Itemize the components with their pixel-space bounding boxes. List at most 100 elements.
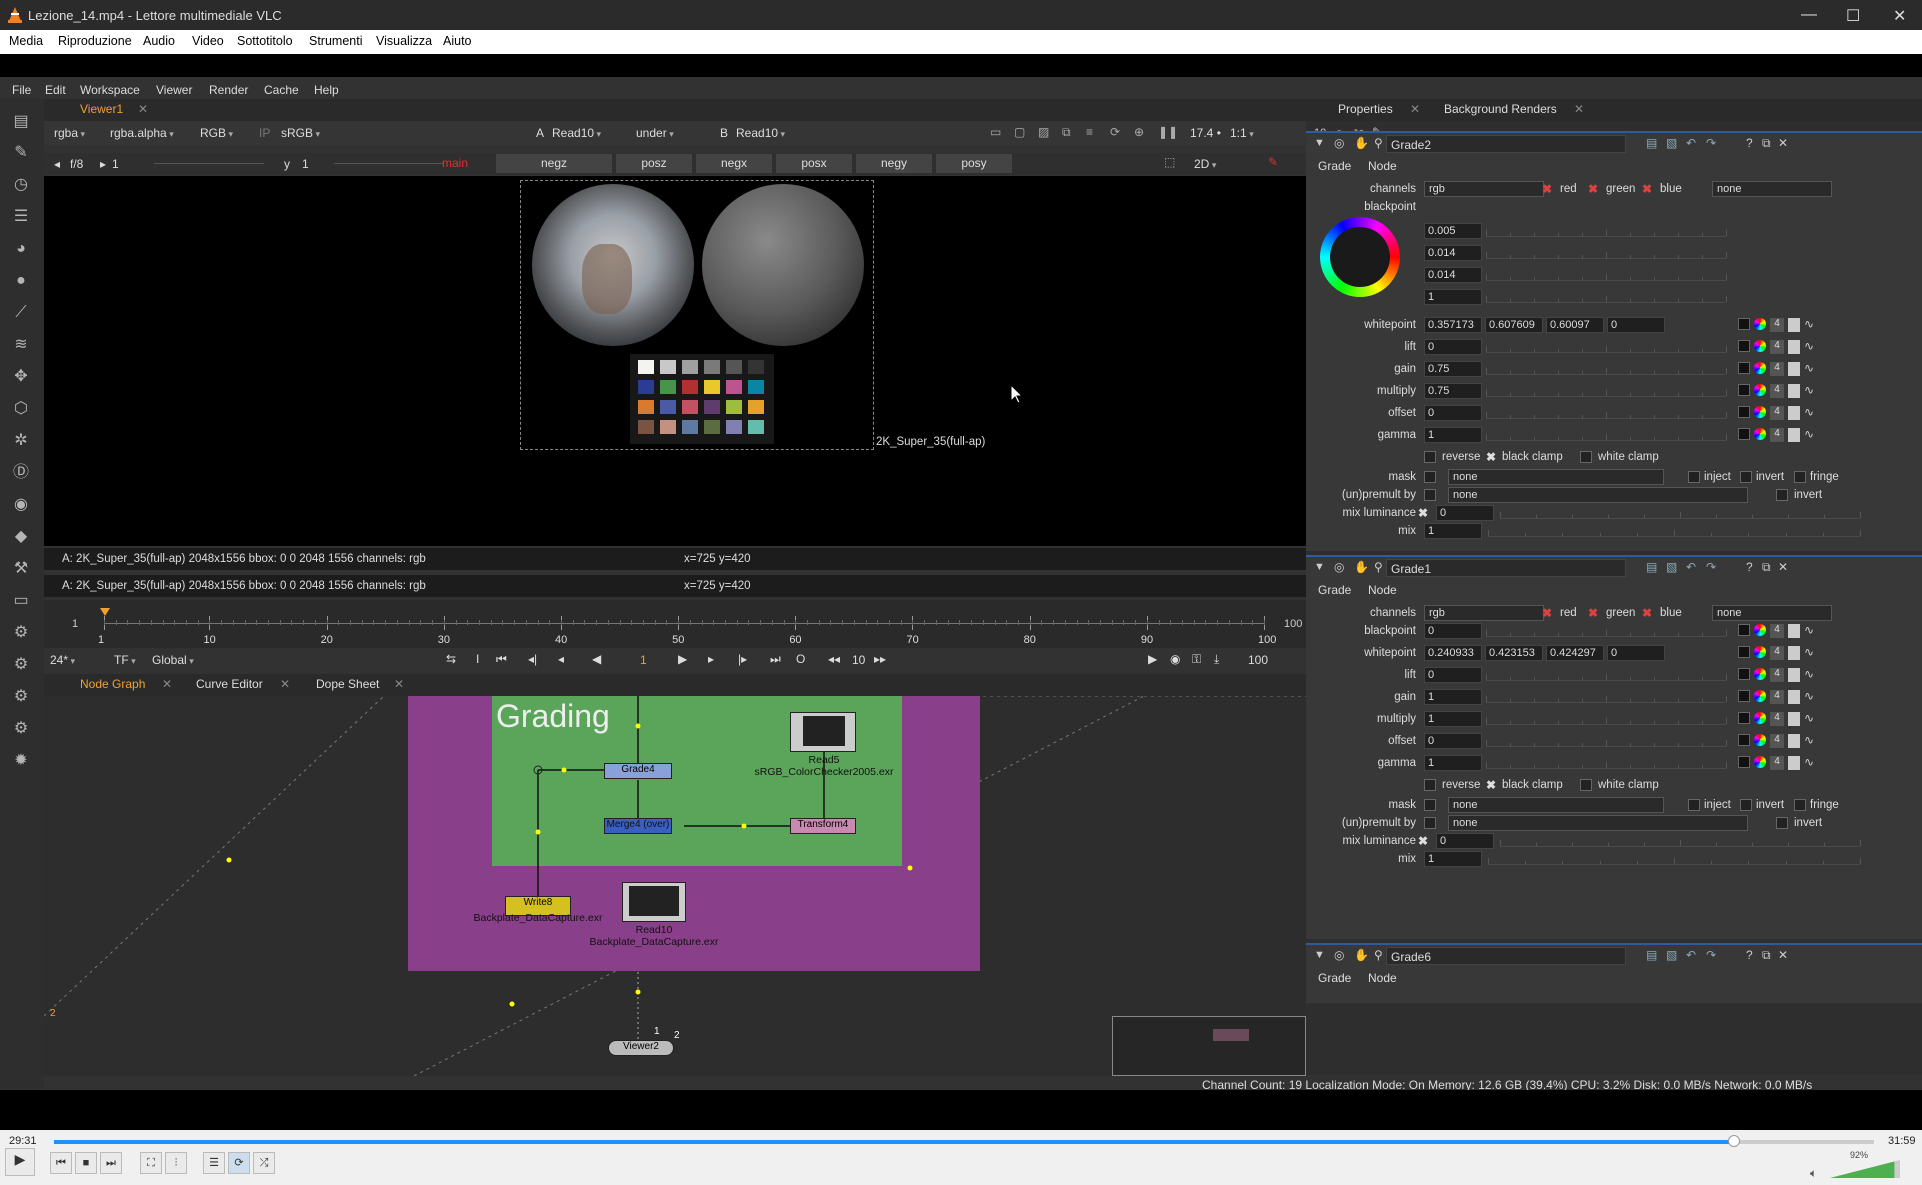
grade2-gamma-field[interactable]: 1 [1424, 427, 1482, 443]
panel-action-icon[interactable]: ▧ [1666, 560, 1677, 574]
download-icon[interactable]: ⤓ [1214, 652, 1219, 667]
toolsets-tool-icon[interactable]: ⚒ [10, 558, 32, 580]
panel-action-icon[interactable]: ▧ [1666, 948, 1677, 962]
next-icon[interactable]: ▸ [100, 157, 106, 171]
panel-tool-icon[interactable]: ◎ [1334, 948, 1344, 962]
grade2-offset-swatch[interactable] [1738, 406, 1750, 418]
prev-frame-icon[interactable]: ◂ [558, 652, 564, 666]
grade1-offset-split-button[interactable] [1788, 734, 1800, 748]
grade2-mix-field[interactable]: 1 [1424, 523, 1482, 539]
grade1-whitepoint-field-2[interactable]: 0.424297 [1546, 645, 1604, 661]
views-tool-icon[interactable]: ◉ [10, 494, 32, 516]
grade2-gamma-swatch[interactable] [1738, 428, 1750, 440]
next-button[interactable]: ⏭ [100, 1152, 122, 1174]
out-point-icon[interactable]: O [796, 652, 805, 666]
grade2-blackpoint-slider-2[interactable] [1486, 267, 1727, 281]
in-point-icon[interactable]: I [476, 652, 479, 666]
grade2-multiply-split-button[interactable] [1788, 384, 1800, 398]
nuke-menu-edit[interactable]: Edit [45, 83, 66, 97]
grade2-multiply-slider[interactable] [1486, 383, 1727, 397]
grade1-blackpoint-split-button[interactable] [1788, 624, 1800, 638]
grade2-mix-luminance-checkbox[interactable]: ✖ [1418, 506, 1428, 520]
shuffle-button[interactable]: ⤮ [253, 1152, 275, 1174]
play-back-icon[interactable]: ◀ [592, 652, 601, 666]
particles-tool-icon[interactable]: ✲ [10, 430, 32, 452]
grade2-reverse-checkbox[interactable] [1424, 451, 1436, 463]
view-posy-button[interactable]: posy [936, 154, 1012, 173]
seek-handle[interactable] [1727, 1135, 1740, 1147]
panel-tool-icon[interactable]: ✋ [1354, 948, 1369, 962]
panel-action-icon[interactable]: ▤ [1646, 948, 1657, 962]
grade2-inject-checkbox[interactable] [1688, 471, 1700, 483]
nuke-menu-render[interactable]: Render [209, 83, 248, 97]
grade2-blackpoint-slider-3[interactable] [1486, 289, 1727, 303]
collapse-icon[interactable]: ▼ [1314, 137, 1325, 149]
furnace-tool-icon[interactable]: ⚙ [10, 622, 32, 644]
view-negz-button[interactable]: negz [496, 154, 612, 173]
grade2-gain-channels-button[interactable]: 4 [1770, 362, 1784, 376]
plugin-tool-icon[interactable]: ⚙ [10, 718, 32, 740]
grade1-offset-swatch[interactable] [1738, 734, 1750, 746]
grade2-fringe-checkbox[interactable] [1794, 471, 1806, 483]
curve-icon[interactable]: ∿ [1804, 361, 1814, 375]
overlay-icon[interactable]: ⧉ [1062, 125, 1071, 140]
panel-action-icon[interactable]: ↷ [1706, 136, 1716, 150]
step-forward-icon[interactable]: ▸▸ [874, 652, 886, 666]
image-tool-icon[interactable]: ▤ [10, 111, 32, 133]
collapse-icon[interactable]: ▼ [1314, 949, 1325, 961]
grade1-offset-channels-button[interactable]: 4 [1770, 734, 1784, 748]
grade1-blackpoint-field[interactable]: 0 [1424, 623, 1482, 639]
panel-action-icon[interactable]: ▤ [1646, 136, 1657, 150]
subtab-node[interactable]: Node [1368, 971, 1397, 985]
grade2-mask-checkbox[interactable] [1424, 471, 1436, 483]
panel-tool-icon[interactable]: ⚲ [1374, 560, 1383, 574]
grade1-offset-slider[interactable] [1486, 733, 1727, 747]
nuke-menu-workspace[interactable]: Workspace [80, 83, 140, 97]
scope-dropdown[interactable]: Global [152, 653, 194, 667]
roi-mode-icon[interactable]: ⬚ [1164, 155, 1175, 169]
grade2-lift-swatch[interactable] [1738, 340, 1750, 352]
grade1-lift-slider[interactable] [1486, 667, 1727, 681]
refresh-icon[interactable]: ⟳ [1110, 125, 1120, 139]
grade1-fringe-checkbox[interactable] [1794, 799, 1806, 811]
color-wheel-icon[interactable] [1754, 646, 1766, 658]
frame-field[interactable]: 1 [112, 157, 119, 171]
collapse-icon[interactable]: ▼ [1314, 561, 1325, 573]
nuke-menu-viewer[interactable]: Viewer [156, 83, 192, 97]
node-read5[interactable] [790, 712, 856, 752]
next-frame-icon[interactable]: ▸ [708, 652, 714, 666]
grade2-invert-checkbox[interactable] [1740, 471, 1752, 483]
lock-icon[interactable]: ⚿ [1192, 652, 1201, 667]
node-graph-canvas[interactable]: Grading Grade4 Merge4 (over) Transform4 … [44, 696, 1306, 1076]
y-field[interactable]: 1 [302, 157, 309, 171]
menu-aiuto[interactable]: Aiuto [443, 34, 472, 48]
grade2-green-checkbox[interactable]: ✖ [1588, 182, 1598, 196]
fps-dropdown[interactable]: 24* [50, 653, 75, 667]
grade2-gain-swatch[interactable] [1738, 362, 1750, 374]
playhead-icon[interactable] [100, 608, 110, 616]
tab-node-graph[interactable]: Node Graph [80, 677, 145, 691]
grade1-red-checkbox[interactable]: ✖ [1542, 606, 1552, 620]
tab-properties[interactable]: Properties [1338, 102, 1393, 116]
paint-icon[interactable]: ✎ [1268, 155, 1278, 169]
grade1-whitepoint-channels-button[interactable]: 4 [1770, 646, 1784, 660]
playlist-button[interactable]: ☰ [203, 1152, 225, 1174]
gamma-slider[interactable] [334, 163, 444, 164]
merge-tool-icon[interactable]: ≋ [10, 334, 32, 356]
target-icon[interactable]: ⊕ [1134, 125, 1144, 139]
grade1-extra-channel-dropdown[interactable]: none [1712, 605, 1832, 621]
loop-icon[interactable]: ⇆ [446, 652, 456, 666]
current-frame-field[interactable]: 1 [640, 653, 647, 667]
grade2-mix-luminance-field[interactable]: 0 [1436, 505, 1494, 521]
extended-settings-button[interactable]: ⫶ [165, 1152, 187, 1174]
color-tool-icon[interactable]: ◕ [10, 238, 32, 260]
ocula-tool-icon[interactable]: ⚙ [10, 654, 32, 676]
grade2-offset-channels-button[interactable]: 4 [1770, 406, 1784, 420]
color-wheel-icon[interactable] [1754, 362, 1766, 374]
panel-window-icon[interactable]: ⧉ [1762, 948, 1771, 963]
grade1-gain-swatch[interactable] [1738, 690, 1750, 702]
nuke-menu-cache[interactable]: Cache [264, 83, 299, 97]
grade1-gamma-swatch[interactable] [1738, 756, 1750, 768]
menu-visualizza[interactable]: Visualizza [376, 34, 432, 48]
stop-button[interactable]: ■ [75, 1152, 97, 1174]
